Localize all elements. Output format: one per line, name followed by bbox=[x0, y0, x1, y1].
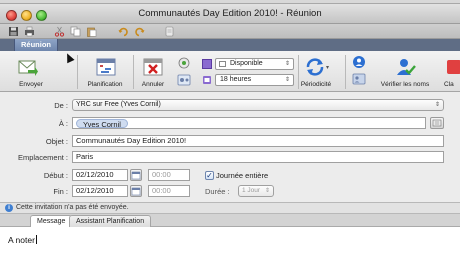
cut-icon[interactable] bbox=[54, 26, 65, 37]
planning-button[interactable]: Planification bbox=[82, 53, 132, 91]
text-caret bbox=[35, 235, 37, 244]
window-title: Communautés Day Edition 2010! - Réunion bbox=[138, 8, 322, 19]
ribbon-separator bbox=[133, 55, 134, 89]
select-arrows-icon: ⇕ bbox=[434, 102, 440, 108]
tab-scheduling-assistant[interactable]: Assistant Planification bbox=[69, 215, 152, 227]
message-tab-bar: Message Assistant Planification bbox=[0, 214, 460, 227]
status-color-icon bbox=[202, 59, 212, 69]
meeting-form: De : YRC sur Free (Yves Cornil) ⇕ À : Yv… bbox=[0, 92, 460, 202]
duration-label: Durée : bbox=[205, 187, 230, 196]
address-book-icon[interactable] bbox=[352, 55, 366, 69]
tab-message[interactable]: Message bbox=[30, 215, 73, 227]
recurrence-icon bbox=[304, 56, 326, 78]
status-select[interactable]: Disponible ⇕ bbox=[215, 58, 294, 70]
send-icon bbox=[16, 56, 38, 78]
start-label: Début : bbox=[43, 171, 68, 180]
check-names-button[interactable]: Vérifier les noms bbox=[374, 53, 436, 91]
categorize-button[interactable]: Cla bbox=[442, 53, 460, 91]
end-date-input[interactable]: 02/12/2010 bbox=[72, 185, 128, 197]
info-text: Cette invitation n'a pas été envoyée. bbox=[16, 204, 129, 211]
contact-card-icon[interactable] bbox=[352, 72, 366, 86]
address-book-picker-icon[interactable] bbox=[430, 117, 444, 129]
subject-label: Objet : bbox=[45, 137, 68, 146]
location-input[interactable]: Paris bbox=[72, 151, 444, 163]
location-label: Emplacement : bbox=[17, 153, 68, 162]
copy-icon[interactable] bbox=[70, 26, 81, 37]
info-bar: i Cette invitation n'a pas été envoyée. bbox=[0, 202, 460, 214]
reminder-bell-icon bbox=[202, 75, 212, 85]
subject-input[interactable]: Communautés Day Edition 2010! bbox=[72, 135, 444, 147]
save-icon[interactable] bbox=[8, 26, 19, 37]
message-body-text: A noter bbox=[8, 235, 37, 245]
availability-buttons bbox=[175, 53, 195, 89]
end-calendar-icon[interactable] bbox=[130, 185, 142, 197]
to-label: À : bbox=[58, 119, 68, 128]
ribbon-separator bbox=[345, 55, 346, 89]
end-label: Fin : bbox=[53, 187, 68, 196]
redo-icon[interactable] bbox=[134, 26, 145, 37]
cancel-meeting-button[interactable]: Annuler bbox=[138, 53, 170, 91]
to-field[interactable]: Yves Cornil bbox=[72, 117, 426, 129]
select-arrows-icon: ⇕ bbox=[264, 188, 270, 194]
select-arrows-icon: ⇕ bbox=[284, 61, 290, 67]
cancel-calendar-icon bbox=[142, 56, 164, 78]
paste-icon[interactable] bbox=[86, 26, 97, 37]
category-icon bbox=[444, 56, 460, 78]
quick-access-toolbar bbox=[0, 24, 460, 39]
meeting-options-icon[interactable] bbox=[177, 74, 191, 86]
start-date-input[interactable]: 02/12/2010 bbox=[72, 169, 128, 181]
select-arrows-icon: ⇕ bbox=[284, 77, 290, 83]
check-names-icon bbox=[394, 56, 416, 78]
recurrence-button[interactable]: ▾ Périodicité bbox=[299, 53, 337, 91]
message-body-editor[interactable]: A noter bbox=[0, 227, 460, 263]
start-time-input[interactable]: 00:00 bbox=[148, 169, 190, 181]
allday-label: Journée entière bbox=[216, 171, 269, 180]
print-icon[interactable] bbox=[24, 26, 35, 37]
reminder-select[interactable]: 18 heures ⇕ bbox=[215, 74, 294, 86]
tab-reunion[interactable]: Réunion bbox=[14, 39, 58, 51]
attach-icon[interactable] bbox=[164, 26, 175, 37]
tracking-icon[interactable] bbox=[177, 57, 191, 69]
send-button[interactable]: Envoyer bbox=[0, 53, 56, 91]
calendar-grid-icon bbox=[95, 56, 117, 78]
start-calendar-icon[interactable] bbox=[130, 169, 142, 181]
status-swatch-icon bbox=[219, 61, 226, 67]
info-icon: i bbox=[5, 204, 13, 212]
end-time-input[interactable]: 00:00 bbox=[148, 185, 190, 197]
recipient-token[interactable]: Yves Cornil bbox=[76, 119, 128, 129]
dropdown-arrow-icon: ▾ bbox=[326, 65, 330, 71]
ribbon-separator bbox=[77, 55, 78, 89]
ribbon-tab-bar: Réunion bbox=[0, 39, 460, 51]
duration-select[interactable]: 1 Jour ⇕ bbox=[238, 185, 274, 197]
allday-checkbox[interactable]: ✓ bbox=[205, 171, 214, 180]
window-titlebar: Communautés Day Edition 2010! - Réunion bbox=[0, 4, 460, 24]
undo-icon[interactable] bbox=[118, 26, 129, 37]
from-select[interactable]: YRC sur Free (Yves Cornil) ⇕ bbox=[72, 99, 444, 111]
from-label: De : bbox=[54, 101, 68, 110]
